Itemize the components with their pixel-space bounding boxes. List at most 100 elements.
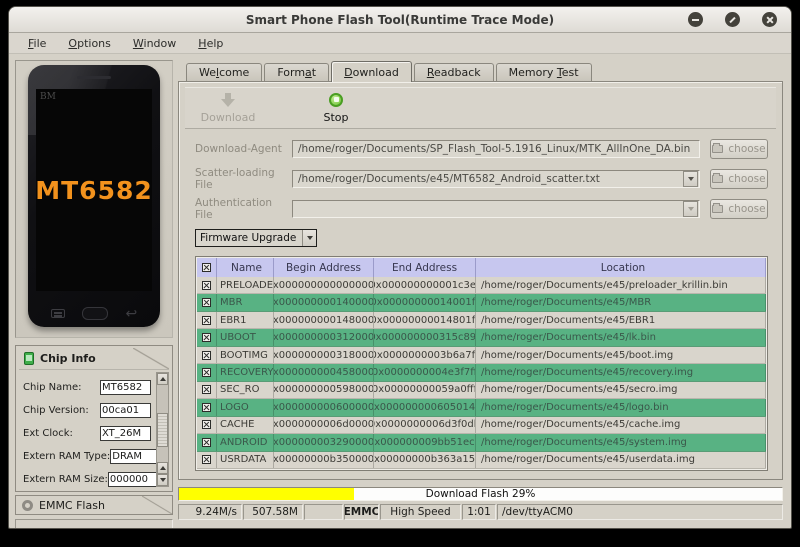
cell-location: /home/roger/Documents/e45/EBR1: [476, 311, 766, 329]
row-checkbox[interactable]: [197, 364, 217, 381]
cell-begin: 0x0000000004580000: [274, 364, 374, 381]
auth-file-combobox[interactable]: [292, 200, 700, 218]
cell-end: 0x00000000059a0fff: [374, 381, 476, 399]
menu-item-options[interactable]: Options: [59, 35, 119, 52]
table-row-preloader[interactable]: PRELOADER0x00000000000000000x00000000000…: [197, 277, 766, 295]
partition-table: Name Begin Address End Address Location …: [195, 256, 768, 471]
column-header-name[interactable]: Name: [217, 258, 274, 277]
menu-item-help[interactable]: Help: [189, 35, 232, 52]
checkbox-checked-icon: [202, 420, 211, 430]
close-icon[interactable]: [762, 12, 777, 27]
table-row-sec_ro[interactable]: SEC_RO0x00000000059800000x00000000059a0f…: [197, 381, 766, 400]
menu-item-window[interactable]: Window: [124, 35, 185, 52]
minimize-icon[interactable]: [688, 12, 703, 27]
cell-end: 0x00000000014001ff: [374, 294, 476, 311]
menu-item-file[interactable]: File: [19, 35, 55, 52]
table-row-logo[interactable]: LOGO0x00000000060000000x000000000605014d…: [197, 399, 766, 417]
choose-button-label: choose: [728, 203, 766, 215]
row-checkbox[interactable]: [197, 434, 217, 451]
cell-name: USRDATA: [217, 451, 274, 468]
ext-clock-field[interactable]: [100, 426, 151, 441]
chip-name-row: Chip Name:: [23, 376, 151, 399]
row-checkbox[interactable]: [197, 381, 217, 399]
cell-name: RECOVERY: [217, 364, 274, 381]
download-agent-field[interactable]: /home/roger/Documents/SP_Flash_Tool-5.19…: [292, 140, 700, 158]
tab-format[interactable]: Format: [264, 63, 330, 81]
row-checkbox[interactable]: [197, 294, 217, 311]
chip-name-label: Chip Name:: [23, 382, 82, 393]
cell-location: /home/roger/Documents/e45/MBR: [476, 294, 766, 311]
chip-info-scrollbar[interactable]: [156, 372, 169, 487]
right-panel: Welcome Format Download Readback Memory Test…: [178, 60, 783, 528]
download-tab-content: Download Stop Download-Agent /home/roger…: [178, 81, 783, 480]
ram-type-field[interactable]: [110, 449, 162, 464]
cell-end: 0x000000009bb51ec3: [374, 434, 476, 451]
cell-end: 0x0000000004e3f7ff: [374, 364, 476, 381]
tab-memory-test[interactable]: Memory Test: [495, 63, 592, 81]
tab-download[interactable]: Download: [331, 61, 412, 82]
header-checkbox-cell[interactable]: [197, 258, 217, 277]
column-header-location[interactable]: Location: [476, 258, 766, 277]
chip-name-field[interactable]: [100, 380, 151, 395]
firmware-mode-select[interactable]: Firmware Upgrade: [195, 229, 317, 247]
table-row-ebr1[interactable]: EBR10x00000000014800000x00000000014801ff…: [197, 311, 766, 330]
column-header-begin[interactable]: Begin Address: [274, 258, 374, 277]
row-checkbox[interactable]: [197, 329, 217, 346]
cell-end: 0x00000000b363a153: [374, 451, 476, 468]
chip-info-panel: Chip Info Chip Name: Chip Version: Ext C…: [15, 345, 173, 492]
tab-welcome[interactable]: Welcome: [186, 63, 263, 81]
scrollbar-thumb[interactable]: [157, 413, 168, 447]
scroll-down-icon[interactable]: [157, 474, 168, 486]
cell-begin: 0x0000000005980000: [274, 381, 374, 399]
ram-size-field[interactable]: [107, 472, 159, 487]
checkbox-checked-icon: [202, 263, 211, 272]
row-checkbox[interactable]: [197, 311, 217, 329]
chip-info-header[interactable]: Chip Info: [19, 348, 169, 370]
table-row-recovery[interactable]: RECOVERY0x00000000045800000x0000000004e3…: [197, 364, 766, 382]
phone-preview-panel: BM MT6582 ↩: [15, 60, 173, 338]
row-checkbox[interactable]: [197, 399, 217, 416]
emmc-flash-section[interactable]: EMMC Flash: [15, 495, 173, 515]
title-bar[interactable]: Smart Phone Flash Tool(Runtime Trace Mod…: [9, 7, 791, 33]
firmware-dropdown-icon[interactable]: [302, 230, 316, 246]
cell-begin: 0x0000000032900000: [274, 434, 374, 451]
scatter-file-choose-button[interactable]: choose: [710, 169, 768, 189]
table-row-android[interactable]: ANDROID0x00000000329000000x000000009bb51…: [197, 434, 766, 452]
row-checkbox[interactable]: [197, 416, 217, 434]
scatter-file-row: Scatter-loading File /home/roger/Documen…: [195, 167, 768, 191]
download-agent-choose-button[interactable]: choose: [710, 139, 768, 159]
row-checkbox[interactable]: [197, 277, 217, 294]
chip-model-label: MT6582: [35, 175, 153, 205]
scroll-up2-icon[interactable]: [157, 462, 168, 474]
stop-button[interactable]: Stop: [305, 92, 367, 124]
scatter-file-combobox[interactable]: /home/roger/Documents/e45/MT6582_Android…: [292, 170, 700, 188]
cell-begin: 0x00000000b3500000: [274, 451, 374, 468]
maximize-icon[interactable]: [725, 12, 740, 27]
cell-name: BOOTIMG: [217, 346, 274, 364]
cell-location: /home/roger/Documents/e45/userdata.img: [476, 451, 766, 468]
checkbox-checked-icon: [202, 298, 211, 308]
cell-location: /home/roger/Documents/e45/cache.img: [476, 416, 766, 434]
auth-dropdown-icon[interactable]: [683, 201, 698, 217]
table-row-usrdata[interactable]: USRDATA0x00000000b35000000x00000000b363a…: [197, 451, 766, 469]
chip-version-field[interactable]: [100, 403, 151, 418]
stop-icon: [329, 92, 343, 107]
table-row-cache[interactable]: CACHE0x0000000006d000000x0000000006d3f0d…: [197, 416, 766, 435]
home-button-icon: [82, 307, 109, 320]
row-checkbox[interactable]: [197, 451, 217, 468]
scatter-dropdown-icon[interactable]: [683, 171, 698, 187]
table-row-uboot[interactable]: UBOOT0x00000000031200000x000000000315c89…: [197, 329, 766, 347]
cell-end: 0x000000000001c3ef: [374, 277, 476, 294]
row-checkbox[interactable]: [197, 346, 217, 364]
table-row-mbr[interactable]: MBR0x00000000014000000x00000000014001ff/…: [197, 294, 766, 312]
status-cell-5: 1:01: [462, 504, 496, 520]
cell-begin: 0x0000000001480000: [274, 311, 374, 329]
column-header-end[interactable]: End Address: [374, 258, 476, 277]
auth-file-choose-button[interactable]: choose: [710, 199, 768, 219]
table-row-bootimg[interactable]: BOOTIMG0x00000000031800000x0000000003b6a…: [197, 346, 766, 365]
scroll-up-icon[interactable]: [157, 373, 168, 385]
download-button[interactable]: Download: [197, 92, 259, 124]
tab-readback[interactable]: Readback: [413, 63, 494, 81]
scatter-file-label: Scatter-loading File: [195, 167, 275, 191]
choose-button-label: choose: [728, 173, 766, 185]
